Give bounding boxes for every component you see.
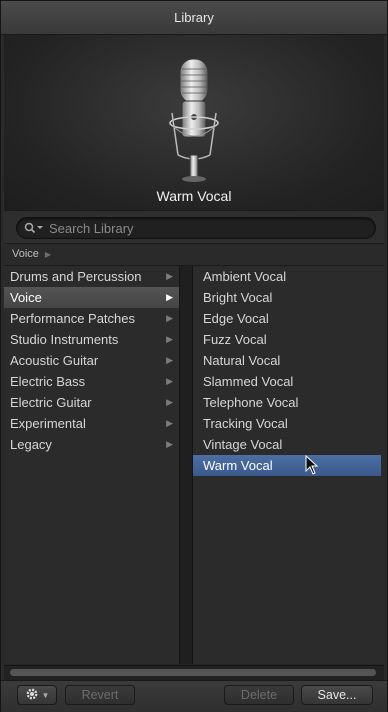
patch-label: Warm Vocal: [203, 458, 273, 473]
patch-row[interactable]: Telephone Vocal: [193, 392, 385, 413]
patch-row[interactable]: Natural Vocal: [193, 350, 385, 371]
patch-preview: Warm Vocal: [4, 35, 384, 210]
patch-row[interactable]: Tracking Vocal: [193, 413, 385, 434]
patch-row-selected[interactable]: Warm Vocal: [193, 455, 381, 476]
breadcrumb: Voice ▶: [4, 244, 384, 264]
preview-patch-name: Warm Vocal: [156, 188, 232, 204]
disclosure-arrow-icon: ▶: [166, 418, 173, 428]
category-column: Drums and Percussion ▶ Voice ▶ Performance…: [4, 266, 180, 664]
horizontal-scrollbar[interactable]: [4, 665, 384, 680]
library-title: Library: [174, 10, 214, 25]
delete-button[interactable]: Delete: [224, 685, 294, 705]
column-divider: [180, 266, 192, 664]
disclosure-arrow-icon: ▶: [166, 355, 173, 365]
category-row[interactable]: Experimental ▶: [4, 413, 179, 434]
category-row[interactable]: Acoustic Guitar ▶: [4, 350, 179, 371]
category-label: Legacy: [10, 437, 52, 452]
category-label: Voice: [10, 290, 42, 305]
search-icon[interactable]: [21, 222, 47, 234]
disclosure-arrow-icon: ▶: [166, 439, 173, 449]
category-label: Electric Bass: [10, 374, 86, 389]
microphone-icon: [169, 58, 219, 182]
category-label: Acoustic Guitar: [10, 353, 99, 368]
library-footer: ▼ Revert Delete Save...: [1, 680, 387, 712]
search-bar: [4, 210, 384, 244]
patch-row[interactable]: Bright Vocal: [193, 287, 385, 308]
breadcrumb-arrow-icon: ▶: [44, 249, 52, 259]
gear-icon: [25, 687, 39, 704]
category-row[interactable]: Electric Bass ▶: [4, 371, 179, 392]
disclosure-arrow-icon: ▶: [166, 334, 173, 344]
category-label: Experimental: [10, 416, 86, 431]
disclosure-arrow-icon: ▶: [166, 397, 173, 407]
category-row[interactable]: Performance Patches ▶: [4, 308, 179, 329]
disclosure-arrow-icon: ▶: [166, 376, 173, 386]
patch-row[interactable]: Slammed Vocal: [193, 371, 385, 392]
mouse-cursor-icon: [305, 455, 319, 475]
category-row[interactable]: Drums and Percussion ▶: [4, 266, 179, 287]
patch-column: Ambient Vocal Bright Vocal Edge Vocal Fu…: [192, 266, 385, 664]
search-input[interactable]: [47, 219, 375, 237]
library-browser: Drums and Percussion ▶ Voice ▶ Performance…: [4, 265, 385, 666]
library-title-bar: Library: [1, 1, 387, 35]
breadcrumb-item[interactable]: Voice: [12, 248, 39, 260]
action-menu-button[interactable]: ▼: [17, 685, 57, 705]
disclosure-arrow-icon: ▶: [166, 292, 173, 302]
category-label: Studio Instruments: [10, 332, 119, 347]
category-row-selected[interactable]: Voice ▶: [4, 287, 179, 308]
revert-button[interactable]: Revert: [65, 685, 135, 705]
disclosure-arrow-icon: ▶: [166, 271, 173, 281]
category-row[interactable]: Legacy ▶: [4, 434, 179, 455]
category-label: Drums and Percussion: [10, 269, 142, 284]
scrollbar-thumb[interactable]: [10, 669, 376, 676]
patch-row[interactable]: Fuzz Vocal: [193, 329, 385, 350]
save-button[interactable]: Save...: [301, 685, 373, 705]
search-field[interactable]: [16, 217, 376, 239]
category-row[interactable]: Studio Instruments ▶: [4, 329, 179, 350]
patch-row[interactable]: Ambient Vocal: [193, 266, 385, 287]
library-panel: Library Warm Vocal Search Library Voice …: [0, 0, 388, 712]
disclosure-arrow-icon: ▶: [166, 313, 173, 323]
patch-row[interactable]: Vintage Vocal: [193, 434, 385, 455]
category-label: Electric Guitar: [10, 395, 92, 410]
patch-row[interactable]: Edge Vocal: [193, 308, 385, 329]
category-label: Performance Patches: [10, 311, 136, 326]
chevron-down-icon: ▼: [41, 690, 50, 700]
category-row[interactable]: Electric Guitar ▶: [4, 392, 179, 413]
